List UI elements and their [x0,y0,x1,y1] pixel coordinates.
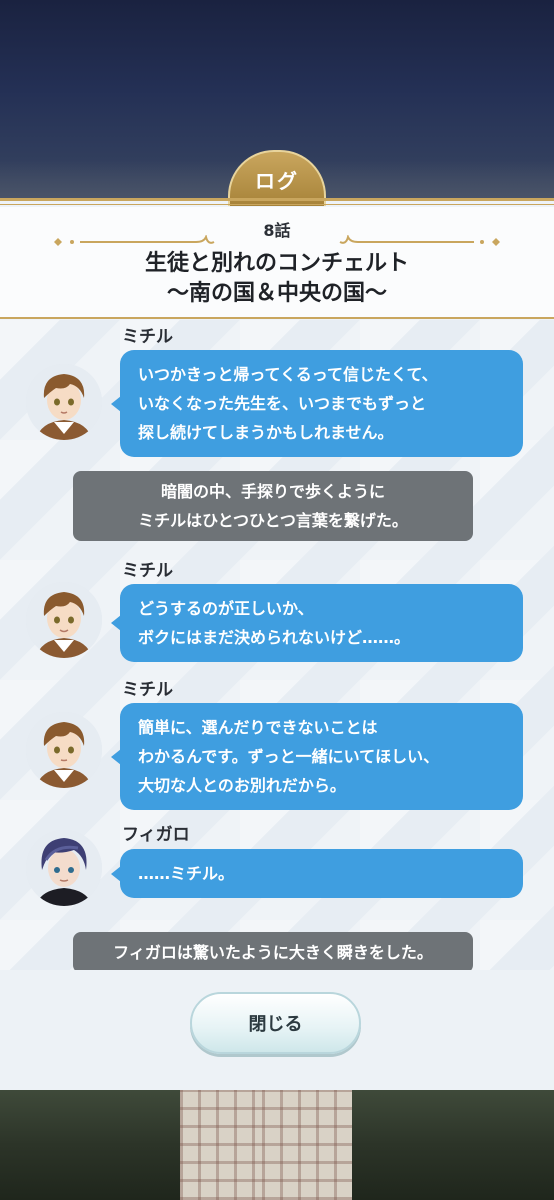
speech-bubble: どうするのが正しいか、 ボクにはまだ決められないけど……。 [111,584,523,662]
log-scroll-area[interactable]: ミチル いつかきっと帰ってくるって信じたくて、 いなくなった先生を、いつまでもず… [0,320,554,970]
speech-bubble: 簡単に、選んだりできないことは わかるんです。ずっと一緒にいてほしい、 大切な人… [111,703,523,810]
character-leg-right [262,1090,352,1200]
narration-box: フィガロは驚いたように大きく瞬きをした。 [73,932,473,970]
bubble-line: ボクにはまだ決められないけど……。 [138,628,411,647]
bubble-line: いつかきっと帰ってくるって信じたくて、 [138,365,438,384]
bubble-line: どうするのが正しいか、 [138,599,314,618]
michiru-avatar-icon [26,712,102,788]
bubble-line: いなくなった先生を、いつまでもずっと [138,394,427,413]
speaker-name: フィガロ [122,825,190,845]
speaker-name: ミチル [122,327,173,347]
speech-bubble: いつかきっと帰ってくるって信じたくて、 いなくなった先生を、いつまでもずっと 探… [111,350,523,457]
bubble-line: わかるんです。ずっと一緒にいてほしい、 [138,747,440,766]
story-title-line2: 〜南の国＆中央の国〜 [166,281,387,306]
gold-border-bottom [0,317,554,319]
michiru-avatar-icon [26,364,102,440]
bubble-line: 簡単に、選んだりできないことは [138,718,378,737]
bubble-line: ……ミチル。 [138,864,235,883]
narration-line: ミチルはひとつひとつ言葉を繋げた。 [138,511,408,530]
speaker-name: ミチル [122,561,173,581]
bubble-line: 大切な人とのお別れだから。 [138,776,346,795]
narration-line: フィガロは驚いたように大きく瞬きをした。 [113,943,433,962]
bubble-line: 探し続けてしまうかもしれません。 [138,423,394,442]
michiru-avatar-icon [26,582,102,658]
close-button[interactable]: 閉じる [190,992,361,1054]
figaro-avatar-icon [26,830,102,906]
character-leg-left [180,1090,270,1200]
story-title-line1: 生徒と別れのコンチェルト [144,251,409,276]
gold-border-top [0,198,554,201]
gold-border-top-thin [0,204,554,205]
narration-box: 暗闇の中、手探りで歩くように ミチルはひとつひとつ言葉を繋げた。 [73,471,473,541]
episode-header: 8話 生徒と別れのコンチェルト 〜南の国＆中央の国〜 [0,207,554,317]
narration-line: 暗闇の中、手探りで歩くように [160,482,385,501]
speaker-name: ミチル [122,680,173,700]
speech-bubble: ……ミチル。 [111,849,523,898]
